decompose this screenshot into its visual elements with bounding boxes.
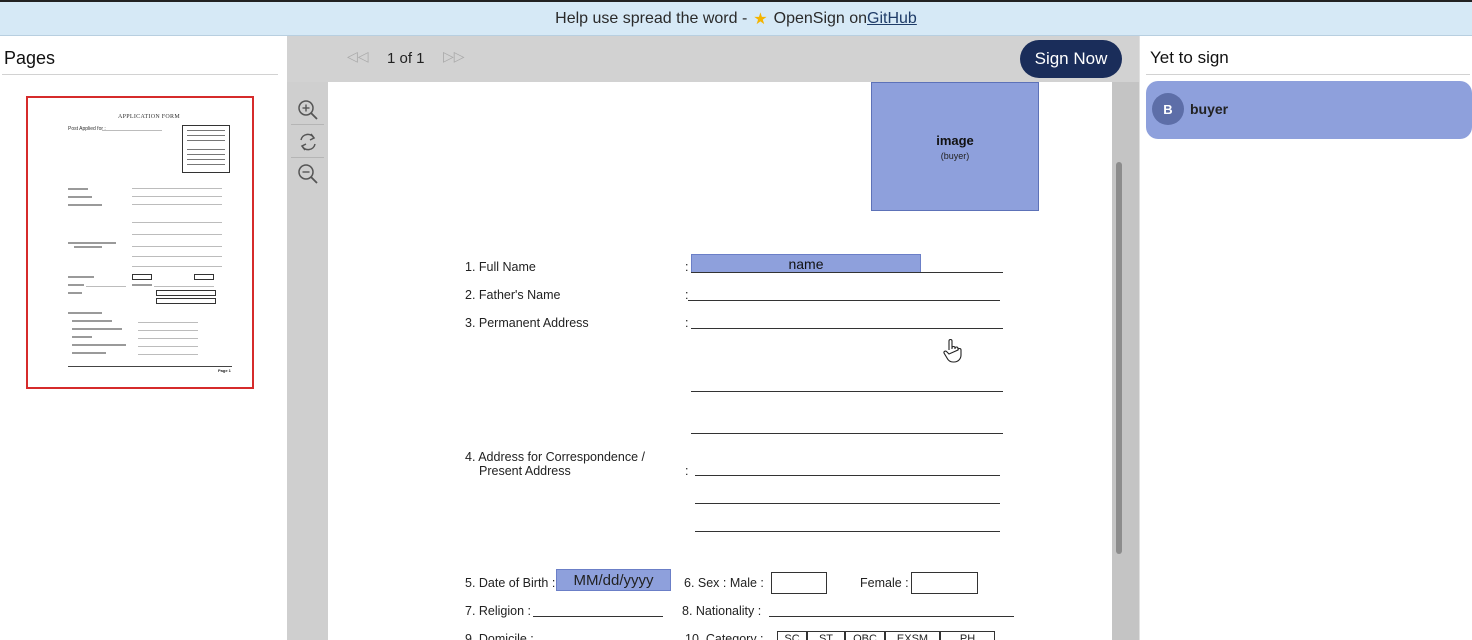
zoom-in-icon[interactable]	[292, 96, 324, 124]
thumbnail-photo-box	[182, 125, 230, 173]
colon: :	[685, 316, 689, 330]
label-category: 10. Category :	[685, 632, 764, 640]
image-field[interactable]: image (buyer)	[871, 82, 1039, 211]
date-field[interactable]: MM/dd/yyyy	[556, 569, 671, 591]
label-present-address: Present Address	[479, 464, 571, 478]
reset-zoom-icon[interactable]	[292, 128, 324, 156]
signer-card-buyer[interactable]: B buyer	[1146, 81, 1472, 139]
name-field[interactable]: name	[691, 254, 921, 273]
thumbnail-page-label: Page 1	[218, 368, 231, 373]
male-box	[771, 572, 827, 594]
pages-panel: Pages APPLICATION FORM Post Applied for …	[0, 36, 287, 640]
banner-brand: OpenSign on	[773, 9, 868, 27]
colon: :	[685, 260, 689, 274]
zoom-controls	[287, 82, 328, 640]
signer-name: buyer	[1190, 101, 1229, 117]
label-fathers-name: 2. Father's Name	[465, 288, 561, 302]
announcement-banner: Help use spread the word - ★ OpenSign on…	[0, 0, 1472, 36]
label-full-name: 1. Full Name	[465, 260, 536, 274]
github-link[interactable]: GitHub	[867, 10, 917, 28]
label-permanent-address: 3. Permanent Address	[465, 316, 589, 330]
label-female: Female :	[860, 576, 909, 590]
label-domicile: 9. Domicile :	[465, 632, 534, 640]
yet-to-sign-title: Yet to sign	[1150, 48, 1229, 67]
category-exsm: EXSM	[885, 631, 940, 640]
signers-divider	[1146, 74, 1470, 75]
pages-divider	[2, 74, 278, 75]
thumbnail-post-label: Post Applied for :	[68, 126, 106, 132]
zoom-out-icon[interactable]	[292, 160, 324, 188]
prev-page-icon[interactable]: ◁◁	[347, 48, 369, 65]
category-st: ST	[807, 631, 845, 640]
signers-panel: Yet to sign B buyer	[1139, 36, 1472, 640]
colon: :	[685, 464, 689, 478]
label-sex-male: 6. Sex : Male :	[684, 576, 764, 590]
hand-cursor-icon	[942, 338, 964, 369]
thumbnail-footer-rule	[68, 366, 232, 367]
viewer-toolbar: ◁◁ 1 of 1 ▷▷ Sign Now	[287, 36, 1139, 82]
label-correspondence-address: 4. Address for Correspondence /	[465, 450, 645, 464]
category-ph: PH	[940, 631, 995, 640]
banner-text: Help use spread the word -	[555, 9, 748, 27]
star-icon: ★	[753, 10, 768, 28]
label-religion: 7. Religion :	[465, 604, 532, 618]
document-page: image (buyer) 1. Full Name : name 2. Fat…	[328, 82, 1112, 640]
pdf-viewer: ◁◁ 1 of 1 ▷▷ Sign Now image (buyer) 1. F…	[287, 36, 1139, 640]
sign-now-button[interactable]: Sign Now	[1020, 40, 1122, 78]
female-box	[911, 572, 978, 594]
viewer-scroll-thumb[interactable]	[1116, 162, 1122, 554]
category-obc: OBC	[845, 631, 885, 640]
label-date-of-birth: 5. Date of Birth :	[465, 576, 556, 590]
page-thumbnail-1[interactable]: APPLICATION FORM Post Applied for : Page…	[26, 96, 254, 389]
thumbnail-heading: APPLICATION FORM	[118, 114, 180, 120]
next-page-icon[interactable]: ▷▷	[443, 48, 465, 65]
category-sc: SC	[777, 631, 807, 640]
image-field-label: image	[936, 132, 974, 148]
pages-title: Pages	[4, 48, 56, 68]
image-field-owner: (buyer)	[940, 150, 970, 161]
page-indicator: 1 of 1	[387, 50, 425, 67]
viewer-scrollbar[interactable]	[1112, 82, 1139, 640]
avatar: B	[1152, 93, 1184, 125]
label-nationality: 8. Nationality :	[682, 604, 762, 618]
